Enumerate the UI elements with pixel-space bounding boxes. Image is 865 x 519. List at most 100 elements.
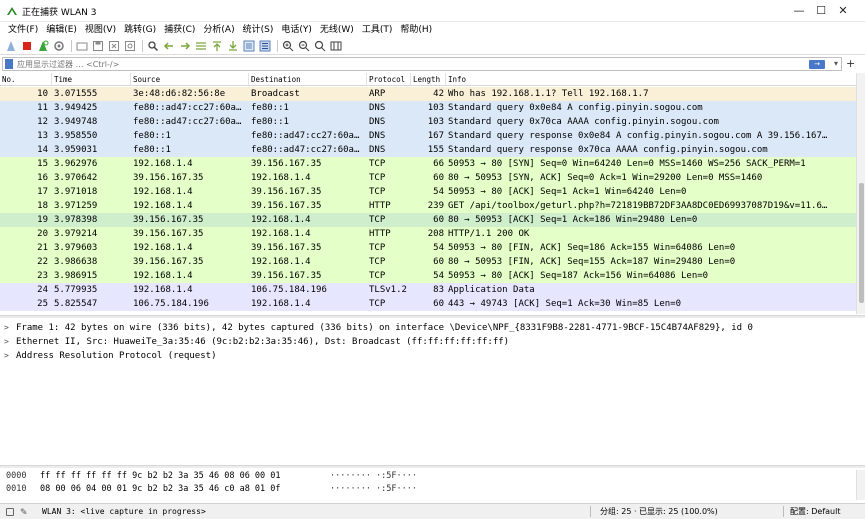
- packet-row[interactable]: 17 3.971018 192.168.1.4 39.156.167.35 TCP 54 5…: [0, 185, 856, 199]
- cell-protocol: ARP: [369, 89, 386, 99]
- open-file-icon[interactable]: [75, 39, 89, 53]
- go-forward-icon[interactable]: [178, 39, 192, 53]
- capture-comment-icon[interactable]: ✎: [20, 506, 32, 518]
- packet-row[interactable]: 23 3.986915 192.168.1.4 39.156.167.35 TCP 54 5…: [0, 269, 856, 283]
- packet-counts: 分组: 25 · 已显示: 25 (100.0%): [600, 507, 718, 516]
- reload-icon[interactable]: [123, 39, 137, 53]
- stop-capture-icon[interactable]: [20, 39, 34, 53]
- cell-source: 192.168.1.4: [133, 271, 193, 281]
- packet-row[interactable]: 24 5.779935 192.168.1.4 106.75.184.196 TLSv1…: [0, 283, 856, 297]
- zoom-out-icon[interactable]: [297, 39, 311, 53]
- column-header-source[interactable]: Source: [131, 73, 249, 86]
- go-to-packet-icon[interactable]: [194, 39, 208, 53]
- menu-wireless[interactable]: 无线(W): [316, 23, 358, 37]
- cell-protocol: TCP: [369, 271, 386, 281]
- restart-capture-icon[interactable]: [36, 39, 50, 53]
- menu-telephony[interactable]: 电话(Y): [277, 23, 316, 37]
- cell-destination: 192.168.1.4: [251, 257, 311, 267]
- add-filter-button-icon[interactable]: +: [846, 57, 855, 70]
- bookmark-icon[interactable]: [5, 59, 13, 69]
- toolbar-separator: [71, 40, 72, 52]
- menu-file[interactable]: 文件(F): [4, 23, 42, 37]
- column-header-info[interactable]: Info: [446, 73, 856, 86]
- cell-length: 60: [433, 299, 444, 309]
- column-header-time[interactable]: Time: [52, 73, 131, 86]
- packet-row[interactable]: 11 3.949425 fe80::ad47:cc27:60a… fe80::1 DNS…: [0, 101, 856, 115]
- column-header-no[interactable]: No.: [0, 73, 52, 86]
- expand-arrow-icon[interactable]: >: [4, 335, 16, 349]
- menu-view[interactable]: 视图(V): [81, 23, 120, 37]
- close-button[interactable]: ✕: [821, 0, 865, 22]
- zoom-in-icon[interactable]: [281, 39, 295, 53]
- packet-row[interactable]: 10 3.071555 3e:48:d6:82:56:8e Broadcast ARP 4…: [0, 87, 856, 101]
- expand-arrow-icon[interactable]: >: [4, 349, 16, 363]
- go-first-icon[interactable]: [210, 39, 224, 53]
- cell-no: 15: [37, 159, 48, 169]
- cell-length: 60: [433, 257, 444, 267]
- ascii-bytes: ········ ·:5F····: [330, 471, 417, 481]
- packet-row[interactable]: 14 3.959031 fe80::1 fe80::ad47:cc27:60a… DNS…: [0, 143, 856, 157]
- cell-destination: fe80::1: [251, 117, 289, 127]
- filter-history-dropdown-icon[interactable]: ▾: [834, 59, 838, 68]
- hex-dump-row[interactable]: 0010 08 00 06 04 00 01 9c b2 b2 3a 35 46 …: [0, 483, 865, 496]
- menu-go[interactable]: 跳转(G): [120, 23, 160, 37]
- display-filter-input[interactable]: [17, 58, 797, 70]
- go-last-icon[interactable]: [226, 39, 240, 53]
- pane-splitter[interactable]: [0, 315, 865, 318]
- autoscroll-icon[interactable]: [242, 39, 256, 53]
- expert-info-icon[interactable]: [6, 508, 14, 516]
- column-header-protocol[interactable]: Protocol: [367, 73, 411, 86]
- display-filter-box[interactable]: → ▾: [2, 57, 842, 71]
- packet-row[interactable]: 22 3.986638 39.156.167.35 192.168.1.4 TCP 60 8…: [0, 255, 856, 269]
- scrollbar-thumb[interactable]: [859, 183, 864, 303]
- cell-time: 3.949425: [54, 103, 98, 113]
- main-toolbar: [0, 38, 865, 55]
- bytes-scrollbar[interactable]: [856, 470, 865, 500]
- zoom-normal-icon[interactable]: [313, 39, 327, 53]
- packet-row[interactable]: 18 3.971259 192.168.1.4 39.156.167.35 HTTP 23…: [0, 199, 856, 213]
- resize-columns-icon[interactable]: [329, 39, 343, 53]
- expand-arrow-icon[interactable]: >: [4, 321, 16, 335]
- packet-row[interactable]: 19 3.978398 39.156.167.35 192.168.1.4 TCP 60 8…: [0, 213, 856, 227]
- packet-row[interactable]: 16 3.970642 39.156.167.35 192.168.1.4 TCP 60 8…: [0, 171, 856, 185]
- save-file-icon[interactable]: [91, 39, 105, 53]
- cell-source: 39.156.167.35: [133, 215, 204, 225]
- cell-info: Application Data: [448, 285, 535, 295]
- pane-splitter[interactable]: [0, 465, 865, 468]
- bytes-rows: 0000 ff ff ff ff ff ff 9c b2 b2 3a 35 46 …: [0, 470, 865, 496]
- cell-destination: 192.168.1.4: [251, 299, 311, 309]
- packet-list-scrollbar[interactable]: [856, 73, 865, 314]
- start-capture-icon[interactable]: [4, 39, 18, 53]
- detail-tree-item[interactable]: > Ethernet II, Src: HuaweiTe_3a:35:46 (9c…: [0, 335, 865, 349]
- find-packet-icon[interactable]: [146, 39, 160, 53]
- cell-info: 50953 → 80 [ACK] Seq=1 Ack=1 Win=64240 L…: [448, 187, 687, 197]
- packet-row[interactable]: 25 5.825547 106.75.184.196 192.168.1.4 TCP 60…: [0, 297, 856, 311]
- packet-row[interactable]: 13 3.958550 fe80::1 fe80::ad47:cc27:60a… DNS…: [0, 129, 856, 143]
- menu-help[interactable]: 帮助(H): [396, 23, 436, 37]
- colorize-icon[interactable]: [258, 39, 272, 53]
- column-header-length[interactable]: Length: [411, 73, 446, 86]
- detail-text: Ethernet II, Src: HuaweiTe_3a:35:46 (9c:…: [16, 337, 510, 347]
- packet-row[interactable]: 15 3.962976 192.168.1.4 39.156.167.35 TCP 66 5…: [0, 157, 856, 171]
- hex-dump-row[interactable]: 0000 ff ff ff ff ff ff 9c b2 b2 3a 35 46 …: [0, 470, 865, 483]
- cell-info: 50953 → 80 [SYN] Seq=0 Win=64240 Len=0 M…: [448, 159, 806, 169]
- menu-statistics[interactable]: 统计(S): [239, 23, 278, 37]
- menu-capture[interactable]: 捕获(C): [160, 23, 199, 37]
- configuration-profile[interactable]: 配置: Default: [790, 504, 840, 519]
- packet-row[interactable]: 21 3.979603 192.168.1.4 39.156.167.35 TCP 54 5…: [0, 241, 856, 255]
- packet-list[interactable]: No. Time Source Destination Protocol Len…: [0, 73, 865, 314]
- menu-analyze[interactable]: 分析(A): [199, 23, 238, 37]
- go-back-icon[interactable]: [162, 39, 176, 53]
- detail-tree-item[interactable]: > Address Resolution Protocol (request): [0, 349, 865, 363]
- menu-edit[interactable]: 编辑(E): [42, 23, 81, 37]
- cell-no: 12: [37, 117, 48, 127]
- packet-row[interactable]: 12 3.949748 fe80::ad47:cc27:60a… fe80::1 DNS…: [0, 115, 856, 129]
- detail-tree-item[interactable]: > Frame 1: 42 bytes on wire (336 bits), 4…: [0, 321, 865, 335]
- close-file-icon[interactable]: [107, 39, 121, 53]
- packet-row[interactable]: 20 3.979214 39.156.167.35 192.168.1.4 HTTP 20…: [0, 227, 856, 241]
- apply-filter-icon[interactable]: →: [809, 60, 825, 69]
- cell-no: 23: [37, 271, 48, 281]
- menu-tools[interactable]: 工具(T): [358, 23, 397, 37]
- column-header-destination[interactable]: Destination: [249, 73, 367, 86]
- capture-options-icon[interactable]: [52, 39, 66, 53]
